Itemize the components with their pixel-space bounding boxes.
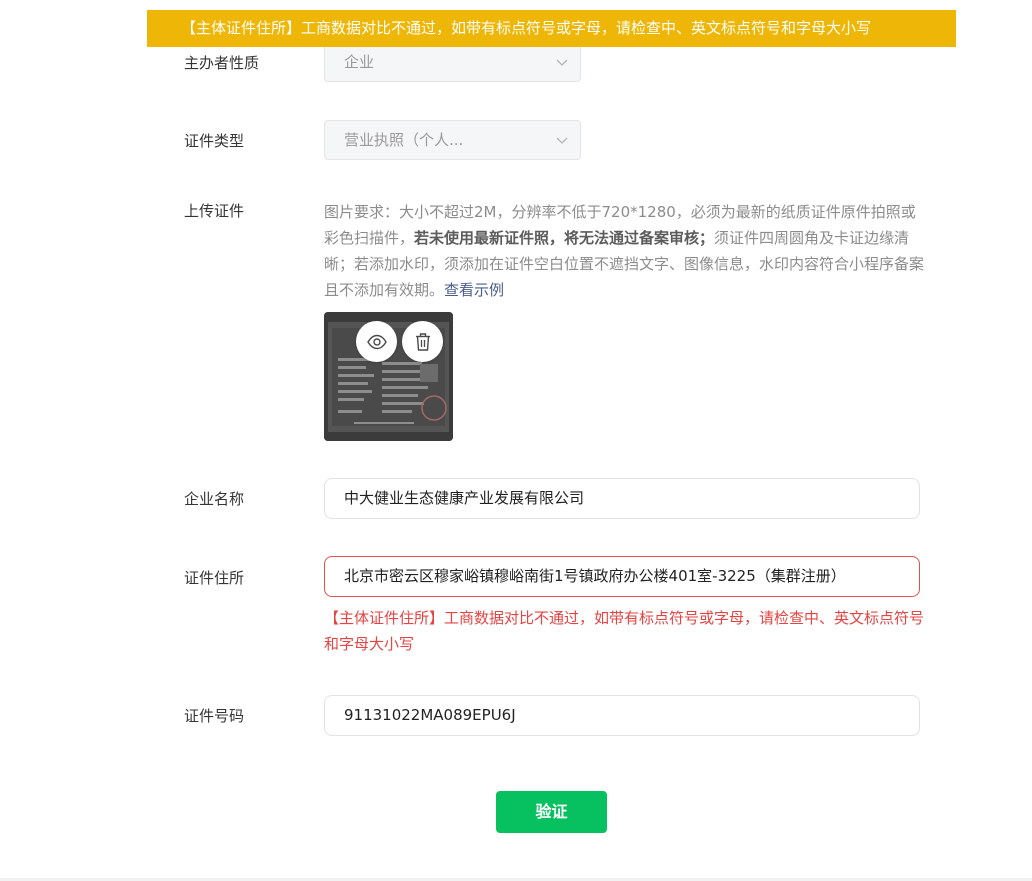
organizer-nature-select[interactable]: 企业 bbox=[324, 42, 581, 82]
eye-icon bbox=[366, 334, 387, 349]
chevron-down-icon bbox=[556, 137, 568, 144]
preview-button[interactable] bbox=[356, 321, 397, 362]
certificate-type-select[interactable]: 营业执照（个人... bbox=[324, 120, 581, 160]
error-banner-text: 【主体证件住所】工商数据对比不通过，如带有标点符号或字母，请检查中、英文标点符号… bbox=[181, 19, 872, 37]
certificate-type-value: 营业执照（个人... bbox=[344, 131, 464, 149]
company-name-label: 企业名称 bbox=[184, 490, 245, 508]
chevron-down-icon bbox=[556, 59, 568, 66]
record-filing-form-page: 【主体证件住所】工商数据对比不通过，如带有标点符号或字母，请检查中、英文标点符号… bbox=[0, 0, 1032, 881]
certificate-number-value: 91131022MA089EPU6J bbox=[344, 706, 516, 724]
certificate-address-value: 北京市密云区穆家峪镇穆峪南街1号镇政府办公楼401室-3225（集群注册） bbox=[344, 567, 846, 585]
view-example-link[interactable]: 查看示例 bbox=[444, 281, 504, 299]
organizer-nature-label: 主办者性质 bbox=[184, 54, 260, 72]
upload-certificate-label: 上传证件 bbox=[184, 202, 245, 220]
delete-button[interactable] bbox=[402, 321, 443, 362]
certificate-type-label: 证件类型 bbox=[184, 132, 245, 150]
trash-icon bbox=[415, 332, 430, 351]
company-name-input[interactable]: 中大健业生态健康产业发展有限公司 bbox=[324, 478, 920, 519]
certificate-number-input[interactable]: 91131022MA089EPU6J bbox=[324, 695, 920, 736]
error-banner: 【主体证件住所】工商数据对比不通过，如带有标点符号或字母，请检查中、英文标点符号… bbox=[147, 10, 956, 47]
organizer-nature-value: 企业 bbox=[344, 53, 375, 71]
top-band bbox=[0, 0, 1032, 10]
certificate-address-input[interactable]: 北京市密云区穆家峪镇穆峪南街1号镇政府办公楼401室-3225（集群注册） bbox=[324, 556, 920, 597]
certificate-number-label: 证件号码 bbox=[184, 707, 245, 725]
upload-requirements: 图片要求：大小不超过2M，分辨率不低于720*1280，必须为最新的纸质证件原件… bbox=[324, 199, 924, 303]
certificate-address-error: 【主体证件住所】工商数据对比不通过，如带有标点符号或字母，请检查中、英文标点符号… bbox=[324, 609, 925, 653]
verify-button[interactable]: 验证 bbox=[496, 791, 607, 833]
certificate-address-label: 证件住所 bbox=[184, 569, 245, 587]
company-name-value: 中大健业生态健康产业发展有限公司 bbox=[344, 489, 585, 507]
upload-requirement-warning: 若未使用最新证件照，将无法通过备案审核； bbox=[414, 229, 715, 247]
